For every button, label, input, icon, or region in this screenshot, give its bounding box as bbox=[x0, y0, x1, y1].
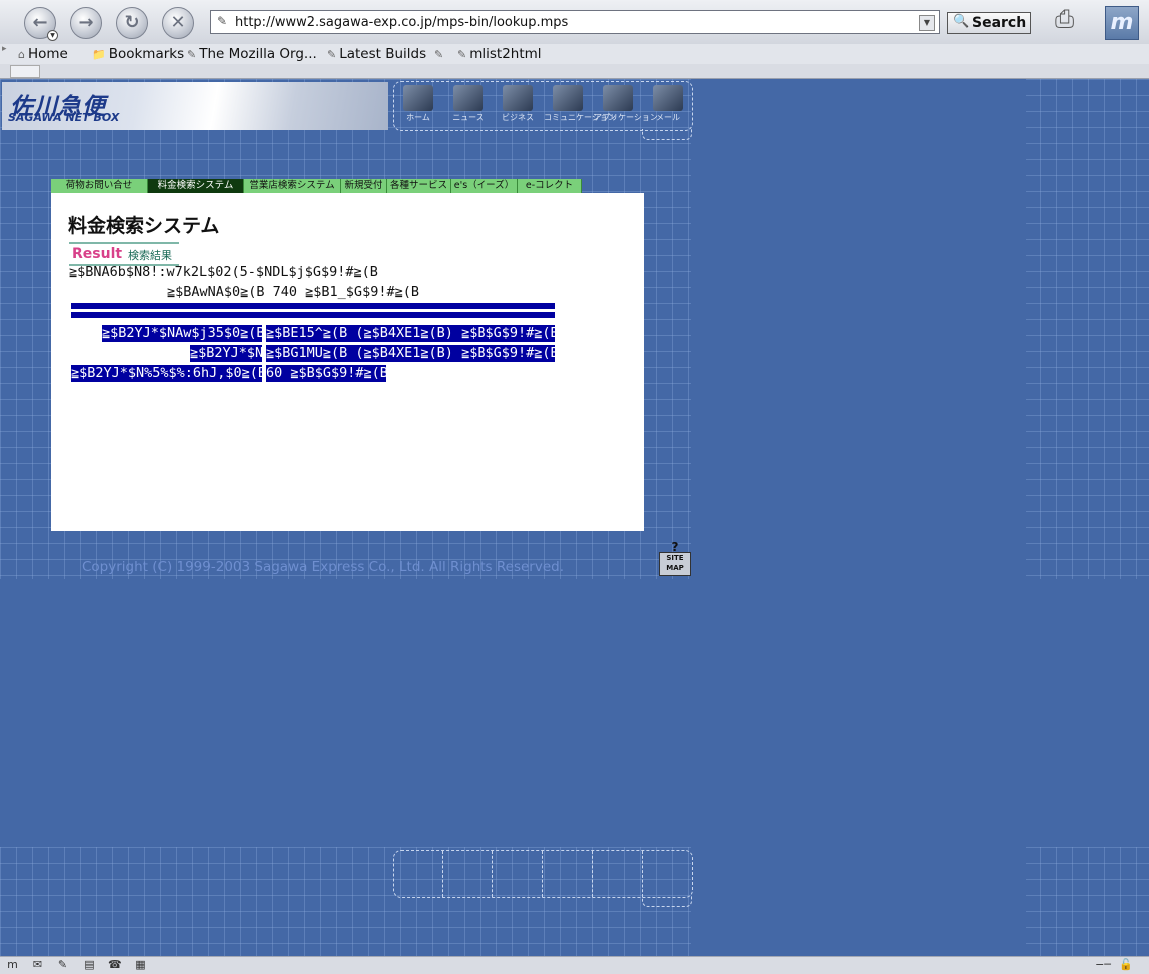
result-row-1-value: ≧$BE15^≧(B (≧$B4XE1≧(B) ≧$B$G$9!#≧(B bbox=[266, 325, 555, 342]
bookmarks-menu[interactable]: 📁 Bookmarks bbox=[92, 45, 184, 63]
bookmark-mlist2html[interactable]: ✎ mlist2html bbox=[457, 45, 542, 63]
chat-icon[interactable]: ☎ bbox=[108, 959, 122, 971]
result-panel: 料金検索システム Result 検索結果 ≧$BNA6b$N8!:w7k2L$0… bbox=[51, 193, 644, 531]
composer-icon[interactable]: ✎ bbox=[56, 959, 69, 971]
tab-package-inquiry[interactable]: 荷物お問い合せ bbox=[51, 179, 148, 193]
navigation-toolbar: ←▼ → ↻ ✕ ✎ ▼ 🔍 Search ⎙ m bbox=[0, 0, 1149, 45]
home-camera-icon bbox=[403, 85, 433, 111]
nav-mail[interactable]: メール bbox=[644, 82, 692, 130]
nav-business[interactable]: ビジネス bbox=[494, 82, 542, 130]
outline-cell bbox=[594, 851, 643, 897]
mozilla-throbber-logo[interactable]: m bbox=[1105, 6, 1139, 40]
outline-cell bbox=[394, 851, 443, 897]
outline-cell bbox=[444, 851, 493, 897]
address-book-icon[interactable]: ▤ bbox=[83, 959, 96, 971]
forward-button[interactable]: → bbox=[70, 7, 102, 39]
communication-icon bbox=[553, 85, 583, 111]
security-lock-icon[interactable]: 🔓 bbox=[1119, 959, 1133, 971]
page-proxy-icon[interactable]: ✎ bbox=[217, 14, 227, 28]
result-row-3-label: ≧$B2YJ*$N%5%$%:6hJ,$0≧(B bbox=[71, 365, 262, 382]
bookmarks-manager-icon[interactable]: ▦ bbox=[134, 959, 147, 971]
plain-bg-bottom bbox=[691, 847, 1026, 956]
online-status-icon[interactable]: −─ bbox=[1092, 959, 1114, 971]
sitemap-label: SITE MAP bbox=[659, 552, 691, 576]
mail-box-icon bbox=[653, 85, 683, 111]
status-bar: m ✉ ✎ ▤ ☎ ▦ −─ 🔓 bbox=[0, 956, 1149, 974]
stop-button[interactable]: ✕ bbox=[162, 7, 194, 39]
folder-icon: 📁 bbox=[92, 48, 106, 61]
bottom-nav-outline bbox=[393, 850, 693, 898]
result-label-en: Result bbox=[72, 246, 123, 262]
nav-news[interactable]: ニュース bbox=[444, 82, 492, 130]
tab-strip bbox=[0, 64, 1149, 79]
page-title: 料金検索システム bbox=[68, 215, 220, 237]
result-row-2-value: ≧$BG1MU≧(B (≧$B4XE1≧(B) ≧$B$G$9!#≧(B bbox=[266, 345, 555, 362]
bookmark-mozilla-org[interactable]: ✎ The Mozilla Org... bbox=[187, 45, 317, 63]
bottom-tab-outline bbox=[642, 896, 692, 907]
search-button[interactable]: 🔍 Search bbox=[947, 12, 1031, 34]
url-bar[interactable]: ✎ ▼ bbox=[210, 10, 940, 34]
result-row-3-value: 60 ≧$B$G$9!#≧(B bbox=[266, 365, 386, 382]
back-history-dropdown[interactable]: ▼ bbox=[47, 30, 58, 41]
tab-services[interactable]: 各種サービス bbox=[387, 179, 451, 193]
tab-new-order[interactable]: 新規受付 bbox=[341, 179, 387, 193]
bookmark-icon: ✎ bbox=[457, 48, 467, 61]
sitemap-question-icon: ? bbox=[671, 540, 679, 554]
reload-button[interactable]: ↻ bbox=[116, 7, 148, 39]
tab-e-collect[interactable]: e-コレクト bbox=[518, 179, 582, 193]
outline-cell bbox=[544, 851, 593, 897]
result-label-jp: 検索結果 bbox=[128, 249, 172, 262]
personal-toolbar: ⌂ Home 📁 Bookmarks ✎ The Mozilla Org... ✎ La… bbox=[0, 44, 1149, 65]
bookmark-icon: ✎ bbox=[327, 48, 337, 61]
business-icon bbox=[503, 85, 533, 111]
icon-navigation: ホーム ニュース ビジネス コミュニケーション アプリケーション メール bbox=[393, 81, 693, 131]
bookmark-icon: ✎ bbox=[187, 48, 197, 61]
plain-bg-right bbox=[691, 79, 1026, 579]
table-top-rule bbox=[71, 303, 555, 309]
bookmark-unnamed[interactable]: ✎ bbox=[434, 45, 446, 63]
url-dropdown-icon[interactable]: ▼ bbox=[919, 15, 935, 31]
copyright-text: Copyright (C) 1999-2003 Sagawa Express C… bbox=[82, 559, 564, 575]
tab-office-search[interactable]: 営業店検索システム bbox=[244, 179, 341, 193]
mail-tab-outline bbox=[642, 129, 692, 140]
tab-rate-search[interactable]: 料金検索システム bbox=[148, 179, 244, 193]
bookmark-icon: ✎ bbox=[434, 48, 444, 61]
sitemap-link[interactable]: ? SITE MAP bbox=[658, 540, 692, 578]
home-link[interactable]: ⌂ Home bbox=[18, 45, 68, 63]
toolbar-grippy-icon[interactable]: ▸ bbox=[2, 44, 10, 64]
nav-application[interactable]: アプリケーション bbox=[594, 82, 658, 130]
tab-ease[interactable]: e's（イーズ） bbox=[451, 179, 518, 193]
url-input[interactable] bbox=[235, 13, 915, 31]
news-icon bbox=[453, 85, 483, 111]
nav-home[interactable]: ホーム bbox=[394, 82, 442, 130]
outline-cell bbox=[494, 851, 543, 897]
result-row-1-label: ≧$B2YJ*$NAw$j35$0≧(B bbox=[102, 325, 262, 342]
search-button-label: Search bbox=[972, 15, 1027, 31]
print-icon[interactable]: ⎙ bbox=[1055, 5, 1089, 35]
home-icon: ⌂ bbox=[18, 48, 25, 61]
navigator-icon[interactable]: m bbox=[6, 959, 19, 971]
brand-en: SAGAWA NET BOX bbox=[8, 111, 120, 124]
table-top-rule-2 bbox=[71, 312, 555, 318]
magnifier-icon: 🔍 bbox=[953, 14, 970, 29]
mail-icon[interactable]: ✉ bbox=[31, 959, 44, 971]
nav-communication[interactable]: コミュニケーション bbox=[544, 82, 616, 130]
plain-bg-middle bbox=[0, 579, 1149, 847]
page-content: 佐川急便 SAGAWA NET BOX ホーム ニュース ビジネス コミュニケー… bbox=[0, 79, 1149, 956]
bookmark-latest-builds[interactable]: ✎ Latest Builds bbox=[327, 45, 426, 63]
tab-grippy[interactable] bbox=[10, 65, 40, 78]
sagawa-logo[interactable]: 佐川急便 SAGAWA NET BOX bbox=[2, 82, 388, 130]
application-icon bbox=[603, 85, 633, 111]
result-row-2-label: ≧$B2YJ*$N bbox=[190, 345, 262, 362]
result-heading: Result 検索結果 bbox=[69, 242, 179, 266]
garbled-line-1: ≧$BNA6b$N8!:w7k2L$02(5-$NDL$j$G$9!#≧(B bbox=[69, 264, 378, 280]
back-button[interactable]: ← ▼ bbox=[24, 7, 58, 41]
garbled-line-2: ≧$BAwNA$0≧(B 740 ≧$B1_$G$9!#≧(B bbox=[167, 284, 419, 300]
